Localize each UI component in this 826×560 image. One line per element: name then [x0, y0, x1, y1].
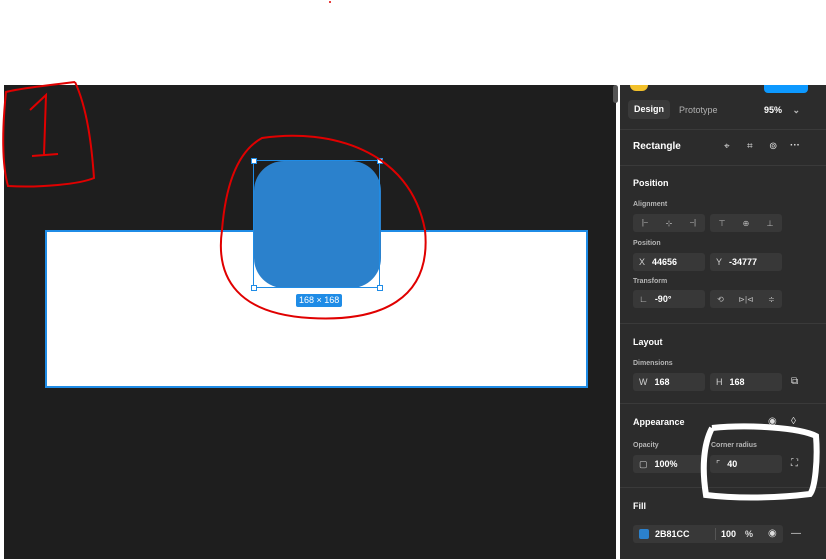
layout-section: Layout Dimensions W 168 H 168 ⧉ — [620, 323, 826, 404]
y-value: -34777 — [729, 257, 758, 267]
alignment-label: Alignment — [633, 201, 668, 208]
resize-handle-top-left[interactable] — [251, 158, 257, 164]
width-field[interactable]: W 168 — [633, 373, 705, 391]
h-value: 168 — [729, 377, 745, 387]
fill-row[interactable]: 2B81CC 100 % — [633, 525, 783, 543]
zoom-value: 95% — [764, 105, 783, 115]
angle-icon: ∟ — [639, 294, 648, 304]
layout-title: Layout — [633, 337, 663, 347]
blend-drop-icon[interactable]: ◊ — [791, 416, 796, 428]
vertical-align-group: ⊤ ⊕ ⊥ — [710, 214, 782, 232]
share-button[interactable] — [764, 85, 808, 93]
layer-name: Rectangle — [633, 141, 681, 152]
align-top-icon[interactable]: ⊤ — [719, 219, 726, 228]
fill-hex[interactable]: 2B81CC — [655, 525, 690, 543]
w-key: W — [639, 377, 648, 387]
resize-handle-top-right[interactable] — [377, 158, 383, 164]
boolean-icon[interactable]: ⊚ — [769, 141, 777, 153]
x-value: 44656 — [652, 257, 678, 267]
position-section: Position Alignment |⎯ ⊹ ⎯| ⊤ ⊕ ⊥ Positio… — [620, 165, 826, 324]
flip-horizontal-icon[interactable]: ⊳|⊲ — [738, 295, 753, 304]
rotation-field[interactable]: ∟ -90° — [633, 290, 705, 308]
fill-visibility-eye-icon[interactable]: ◉ — [768, 528, 777, 540]
design-canvas[interactable]: 168 × 168 — [4, 85, 616, 559]
remove-fill-icon[interactable]: — — [791, 528, 801, 540]
chevron-down-icon: ⌄ — [792, 105, 801, 115]
corner-radius-label: Corner radius — [711, 442, 757, 449]
appearance-section: Appearance ◉ ◊ Opacity Corner radius ▢ 10… — [620, 403, 826, 488]
fill-section: Fill 2B81CC 100 % ◉ — — [620, 487, 826, 560]
corner-radius-field[interactable]: ⌜ 40 — [710, 455, 782, 473]
opacity-field[interactable]: ▢ 100% — [633, 455, 705, 473]
align-bottom-icon[interactable]: ⊥ — [766, 219, 773, 228]
design-tab[interactable]: Design — [628, 100, 670, 119]
x-field[interactable]: X 44656 — [633, 253, 705, 271]
fill-opacity[interactable]: 100 — [721, 525, 736, 543]
selection-box[interactable] — [253, 160, 380, 288]
align-center-h-icon[interactable]: ⊹ — [666, 219, 673, 228]
rotate-icon[interactable]: ⟲ — [717, 295, 724, 304]
align-middle-icon[interactable]: ⊕ — [743, 219, 750, 228]
align-right-icon[interactable]: ⎯| — [690, 218, 696, 228]
mask-icon[interactable]: ⌗ — [747, 141, 753, 153]
canvas-scrollbar[interactable] — [613, 85, 618, 103]
zoom-dropdown[interactable]: 95% ⌄ — [764, 105, 800, 116]
appearance-title: Appearance — [633, 417, 685, 427]
eye-icon[interactable]: ◉ — [768, 416, 777, 428]
opacity-label: Opacity — [633, 442, 659, 449]
x-key: X — [639, 257, 646, 267]
w-value: 168 — [654, 377, 670, 387]
opacity-icon: ▢ — [639, 459, 648, 469]
fill-percent: % — [745, 529, 754, 539]
y-key: Y — [716, 257, 723, 267]
corner-radius-icon: ⌜ — [716, 459, 721, 469]
size-badge: 168 × 168 — [296, 294, 343, 307]
independent-corners-icon[interactable]: ⛶ — [791, 458, 798, 470]
h-key: H — [716, 377, 723, 387]
height-field[interactable]: H 168 — [710, 373, 782, 391]
opacity-value: 100% — [654, 459, 678, 469]
fill-title: Fill — [633, 501, 646, 511]
constrain-proportions-icon[interactable]: ⧉ — [791, 376, 798, 388]
dimensions-label: Dimensions — [633, 360, 673, 367]
fill-swatch[interactable] — [639, 529, 649, 539]
y-field[interactable]: Y -34777 — [710, 253, 782, 271]
flip-vertical-icon[interactable]: ≑ — [768, 295, 775, 304]
position-label: Position — [633, 240, 661, 247]
rotation-value: -90° — [654, 294, 672, 304]
corner-radius-value: 40 — [727, 459, 738, 469]
horizontal-align-group: |⎯ ⊹ ⎯| — [633, 214, 705, 232]
position-title: Position — [633, 178, 669, 188]
resize-handle-bottom-left[interactable] — [251, 285, 257, 291]
fill-divider — [715, 528, 716, 540]
transform-group: ⟲ ⊳|⊲ ≑ — [710, 290, 782, 308]
properties-panel: Design Prototype 95% ⌄ Rectangle ⌖ ⌗ ⊚ ·… — [620, 85, 826, 559]
align-left-icon[interactable]: |⎯ — [642, 218, 648, 228]
prototype-tab[interactable]: Prototype — [679, 105, 718, 115]
top-white-area — [0, 0, 826, 85]
transform-label: Transform — [633, 278, 668, 285]
more-icon[interactable]: ··· — [790, 140, 800, 152]
resize-handle-bottom-right[interactable] — [377, 285, 383, 291]
component-icon[interactable]: ⌖ — [724, 141, 730, 153]
